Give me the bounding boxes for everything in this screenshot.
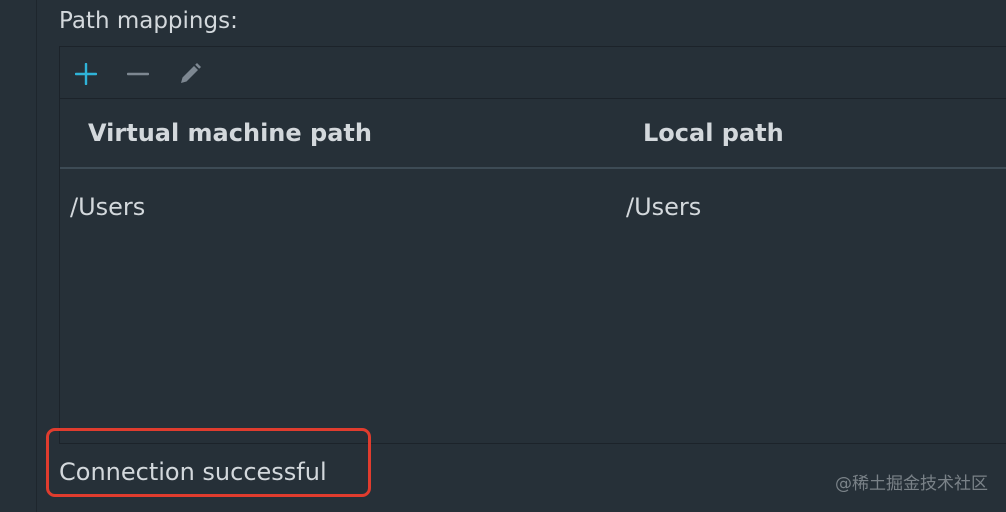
path-mappings-label: Path mappings: (59, 8, 238, 34)
gutter-divider (36, 0, 37, 512)
mappings-table-header: Virtual machine path Local path (60, 99, 1006, 169)
connection-status-text: Connection successful (59, 458, 327, 486)
column-header-local-path[interactable]: Local path (643, 117, 784, 149)
path-mappings-settings: Path mappings: Virtual machine path Loca… (0, 0, 1006, 512)
path-mappings-panel: Virtual machine path Local path /Users /… (59, 46, 1006, 444)
local-path-cell[interactable]: /Users (626, 191, 701, 223)
plus-icon (75, 63, 97, 85)
remove-mapping-button[interactable] (124, 60, 152, 88)
pencil-icon (181, 63, 201, 83)
column-header-vm-path[interactable]: Virtual machine path (88, 117, 372, 149)
watermark: @稀土掘金技术社区 (835, 474, 988, 494)
minus-icon (127, 72, 149, 76)
table-row[interactable]: /Users /Users (60, 171, 1006, 247)
add-mapping-button[interactable] (72, 60, 100, 88)
vm-path-cell[interactable]: /Users (70, 191, 145, 223)
edit-mapping-button[interactable] (176, 60, 204, 88)
mappings-toolbar (60, 47, 1006, 99)
